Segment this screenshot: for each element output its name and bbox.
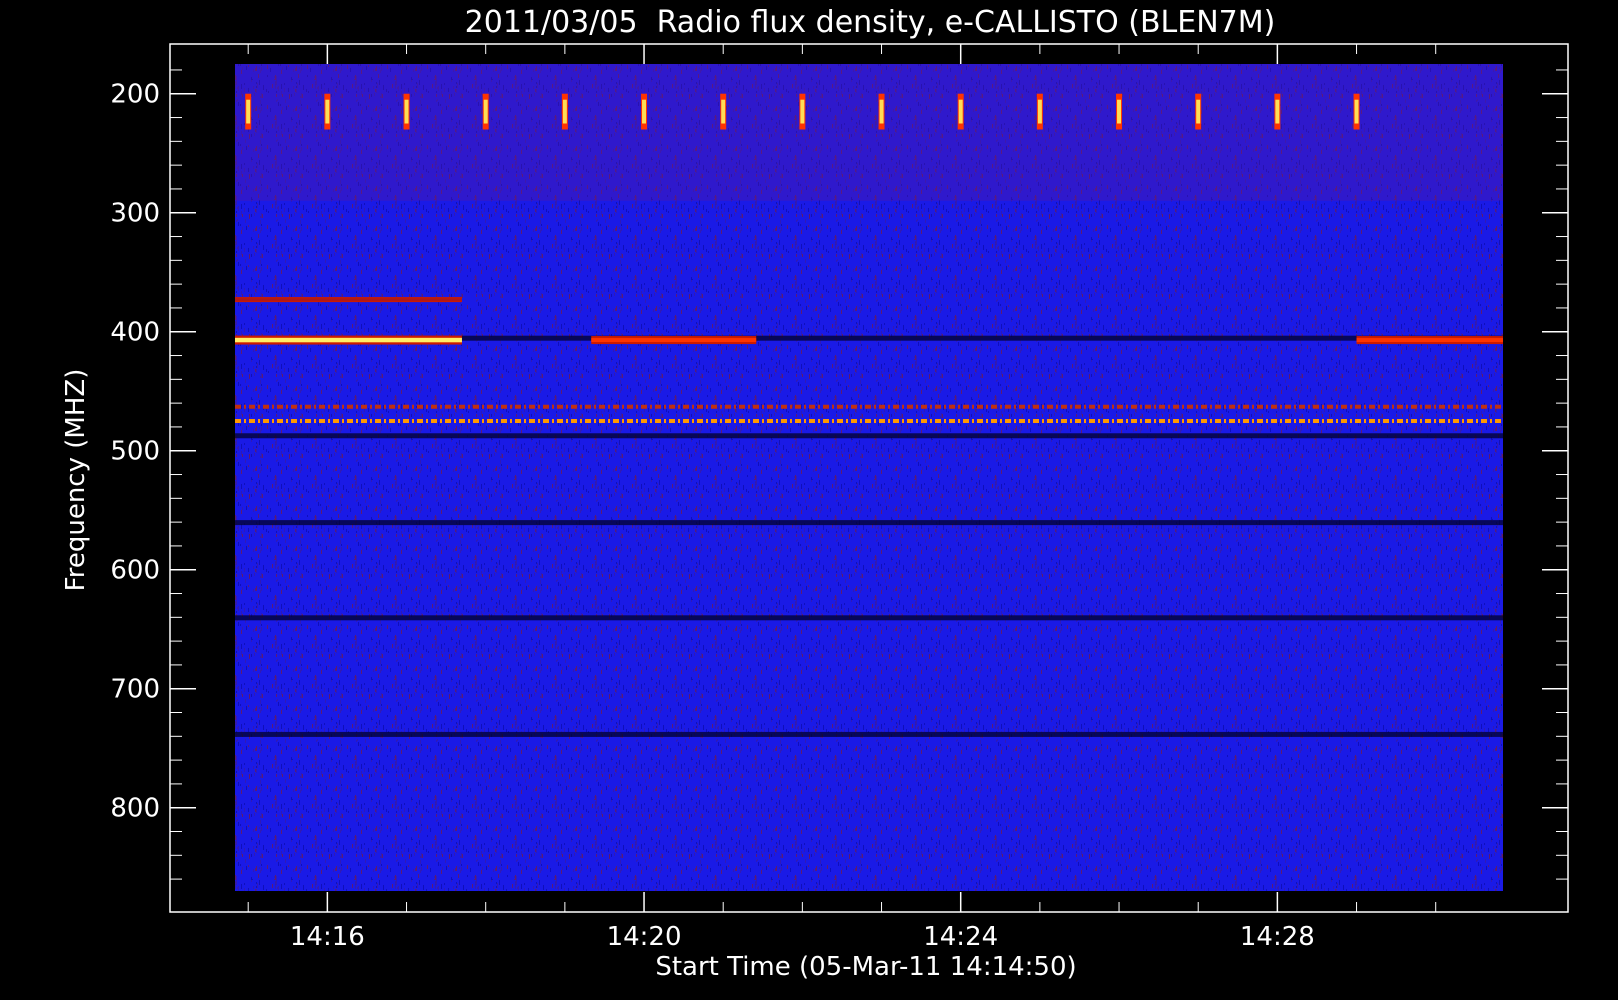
emission-band-core [235, 337, 462, 343]
spectrogram-heatmap [235, 64, 1503, 891]
y-axis-label: Frequency (MHZ) [61, 369, 91, 592]
burst-spike-core [562, 99, 567, 124]
x-tick-label: 14:16 [290, 922, 365, 952]
burst-spike-core [800, 99, 805, 124]
y-tick-label: 700 [110, 675, 160, 705]
burst-spike-core [1196, 99, 1201, 124]
x-tick-label: 14:24 [923, 922, 998, 952]
burst-spike-core [483, 99, 488, 124]
emission-band-core [235, 298, 462, 301]
x-tick-label: 14:28 [1240, 922, 1315, 952]
y-tick-label: 600 [110, 556, 160, 586]
x-axis-label: Start Time (05-Mar-11 14:14:50) [655, 952, 1076, 982]
burst-spike-core [879, 99, 884, 124]
burst-spike-core [1275, 99, 1280, 124]
burst-spike-core [642, 99, 647, 124]
chart-title: 2011/03/05 Radio flux density, e-CALLIST… [465, 5, 1276, 40]
dark-band [235, 731, 1503, 737]
burst-spike-core [721, 99, 726, 124]
y-tick-label: 800 [110, 794, 160, 824]
spectrogram-chart: 2011/03/05 Radio flux density, e-CALLIST… [0, 0, 1618, 1000]
burst-spike-core [1354, 99, 1359, 124]
y-tick-label: 300 [110, 199, 160, 229]
emission-band-core [591, 338, 757, 343]
x-tick-label: 14:20 [607, 922, 682, 952]
y-tick-label: 400 [110, 318, 160, 348]
upper-band-region [235, 64, 1503, 201]
burst-spike-core [1037, 99, 1042, 124]
burst-spike-core [1117, 99, 1122, 124]
burst-spike-core [404, 99, 409, 124]
dark-band [235, 615, 1503, 621]
dark-band [235, 433, 1503, 439]
emission-band-core [1356, 338, 1503, 343]
y-tick-label: 500 [110, 437, 160, 467]
burst-spike-core [325, 99, 330, 124]
burst-spike-core [958, 99, 963, 124]
y-tick-label: 200 [110, 80, 160, 110]
dark-band [235, 520, 1503, 526]
burst-spike-core [246, 99, 251, 124]
